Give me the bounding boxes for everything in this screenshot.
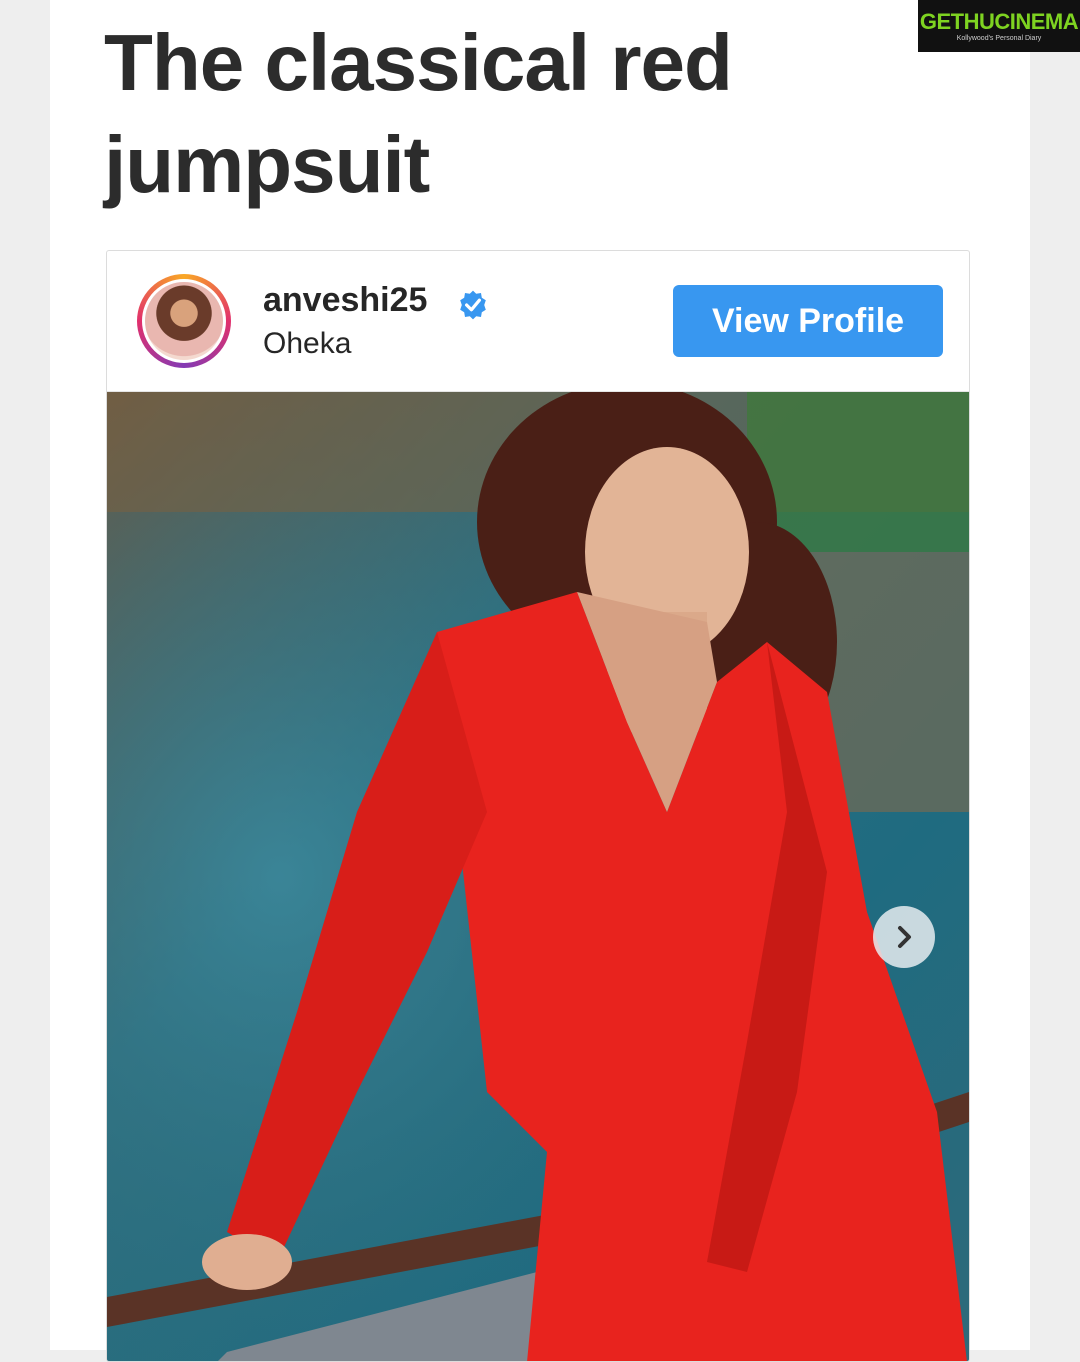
embed-header: anveshi25 Oheka View Profile (107, 251, 969, 392)
article-page: The classical red jumpsuit anveshi25 Ohe… (50, 0, 1030, 1362)
watermark-tagline: Kollywood's Personal Diary (956, 34, 1042, 42)
post-location[interactable]: Oheka (263, 327, 351, 361)
watermark-logo: GETHUCINEMA Kollywood's Personal Diary (918, 0, 1080, 52)
photo-illustration (107, 392, 969, 1361)
next-slide-button[interactable] (873, 906, 935, 968)
post-photo[interactable] (107, 392, 969, 1361)
profile-avatar[interactable] (137, 274, 231, 368)
view-profile-button[interactable]: View Profile (673, 285, 943, 357)
profile-username[interactable]: anveshi25 (263, 281, 427, 320)
article-headline: The classical red jumpsuit (104, 18, 733, 209)
verified-badge-icon (460, 290, 486, 320)
instagram-embed: anveshi25 Oheka View Profile (106, 250, 970, 1362)
watermark-brand: GETHUCINEMA (919, 8, 1079, 34)
chevron-right-icon (898, 926, 911, 948)
avatar-image (142, 279, 226, 363)
